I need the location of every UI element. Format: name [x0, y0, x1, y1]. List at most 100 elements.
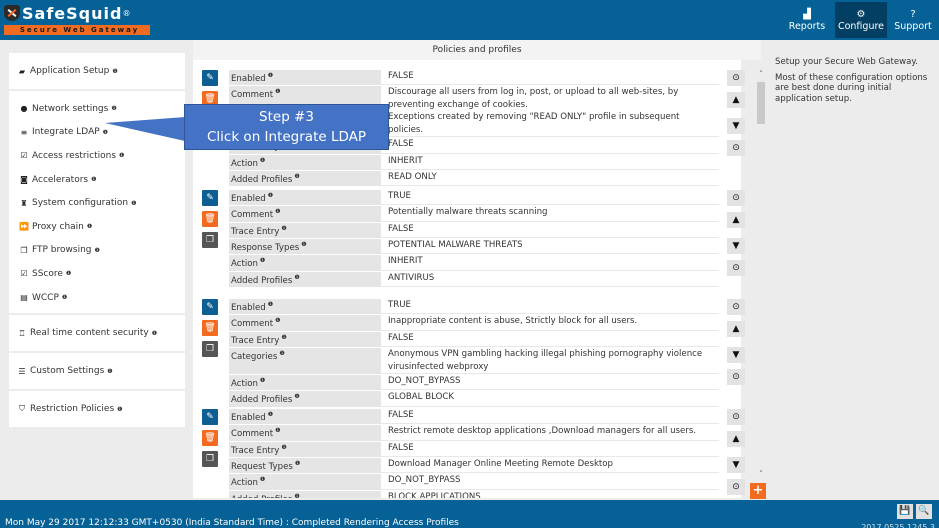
info-icon[interactable]: ❶ — [112, 68, 117, 75]
policy-field-row[interactable]: Trace Entry❶FALSE — [229, 331, 719, 349]
info-icon[interactable]: ❶ — [275, 317, 280, 324]
info-icon[interactable]: ❶ — [260, 257, 265, 264]
info-icon[interactable]: ❶ — [260, 157, 265, 164]
info-icon[interactable]: ❶ — [62, 294, 67, 301]
sidebar-item-application-setup[interactable]: ▰ Application Setup ❶ — [9, 53, 185, 89]
sidebar-item-system-configuration[interactable]: ♜ System configuration ❶ — [9, 191, 185, 215]
info-icon[interactable]: ❶ — [294, 274, 299, 281]
policy-field-row[interactable]: Response Types ❶ POTENTIAL MALWARE THREATS — [229, 239, 719, 256]
policy-field-row[interactable]: Enabled ❶ FALSE — [229, 409, 719, 426]
move-to-bottom-button[interactable]: ⊙ — [727, 260, 745, 276]
add-policy-button[interactable]: + — [750, 483, 766, 499]
copy-policy-button[interactable]: ❐ — [202, 451, 218, 467]
delete-policy-button[interactable]: 🗑 — [202, 430, 218, 446]
policy-field-row[interactable]: Added Profiles❶BLOCK APPLICATIONS — [229, 490, 719, 498]
move-down-button[interactable]: ▼ — [727, 457, 745, 473]
info-icon[interactable]: ❶ — [260, 476, 265, 483]
policy-field-row[interactable]: Action ❶ INHERIT — [229, 154, 719, 172]
info-icon[interactable]: ❶ — [301, 241, 306, 248]
delete-policy-button[interactable]: 🗑 — [202, 320, 218, 336]
policy-field-row[interactable]: Comment ❶ Restrict remote desktop applicat… — [229, 425, 719, 442]
info-icon[interactable]: ❶ — [275, 88, 280, 95]
info-icon[interactable]: ❶ — [95, 247, 100, 254]
move-to-top-button[interactable]: ⊙ — [727, 409, 745, 425]
delete-policy-button[interactable]: 🗑 — [202, 211, 218, 227]
policy-field-row[interactable]: Comment ❶ Inappropriate content is abuse, … — [229, 315, 719, 332]
info-icon[interactable]: ❶ — [281, 444, 286, 451]
copy-policy-button[interactable]: ❐ — [202, 232, 218, 248]
info-icon[interactable]: ❶ — [268, 411, 273, 418]
copy-policy-button[interactable]: ❐ — [202, 341, 218, 357]
sidebar-item-restriction-policies[interactable]: ⛉ Restriction Policies ❶ — [9, 391, 185, 427]
move-down-button[interactable]: ▼ — [727, 347, 745, 363]
move-to-bottom-button[interactable]: ⊙ — [727, 479, 745, 495]
policy-field-row[interactable]: Enabled ❶ TRUE — [229, 190, 719, 207]
move-to-top-button[interactable]: ⊙ — [727, 70, 745, 86]
scroll-up-icon[interactable]: ˄ — [756, 70, 766, 80]
info-icon[interactable]: ❶ — [131, 200, 136, 207]
move-up-button[interactable]: ▲ — [727, 92, 745, 108]
info-icon[interactable]: ❶ — [91, 176, 96, 183]
info-icon[interactable]: ❶ — [111, 105, 116, 112]
policy-field-row[interactable]: Request Types ❶ Download Manager Online Me… — [229, 458, 719, 475]
sidebar-item-ftp-browsing[interactable]: ❐ FTP browsing ❶ — [9, 239, 185, 263]
info-icon[interactable]: ❶ — [279, 350, 284, 357]
move-down-button[interactable]: ▼ — [727, 118, 745, 134]
scroll-thumb[interactable] — [757, 82, 765, 124]
edit-policy-button[interactable]: ✎ — [202, 70, 218, 86]
move-to-top-button[interactable]: ⊙ — [727, 299, 745, 315]
policy-field-row[interactable]: Added Profiles ❶ READ ONLY — [229, 171, 719, 188]
move-to-bottom-button[interactable]: ⊙ — [727, 369, 745, 385]
move-to-top-button[interactable]: ⊙ — [727, 190, 745, 206]
move-up-button[interactable]: ▲ — [727, 431, 745, 447]
sidebar-item-real-time-content-security[interactable]: ♖ Real time content security ❶ — [9, 315, 185, 351]
policy-field-row[interactable]: Trace Entry❶FALSE — [229, 222, 719, 240]
nav-configure[interactable]: ⚙ Configure — [835, 2, 887, 38]
policy-field-row[interactable]: Added Profiles ❶ GLOBAL BLOCK — [229, 391, 719, 408]
info-icon[interactable]: ❶ — [107, 368, 112, 375]
move-up-button[interactable]: ▲ — [727, 321, 745, 337]
edit-policy-button[interactable]: ✎ — [202, 190, 218, 206]
info-icon[interactable]: ❶ — [268, 192, 273, 199]
scroll-down-icon[interactable]: ˅ — [756, 470, 766, 480]
move-down-button[interactable]: ▼ — [727, 238, 745, 254]
info-icon[interactable]: ❶ — [281, 334, 286, 341]
policy-field-row[interactable]: Categories ❶ Anonymous VPN gambling hackin… — [229, 348, 719, 376]
edit-policy-button[interactable]: ✎ — [202, 409, 218, 425]
policy-field-row[interactable]: Trace Entry❶FALSE — [229, 441, 719, 459]
sidebar-item-wccp[interactable]: ▤ WCCP ❶ — [9, 286, 185, 310]
policy-field-row[interactable]: Action ❶ DO_NOT_BYPASS — [229, 474, 719, 491]
safesquid-logo[interactable]: SafeSquid ® Secure Web Gateway — [4, 3, 150, 37]
policy-field-row[interactable]: Action ❶ INHERIT — [229, 255, 719, 272]
policy-field-row[interactable]: Comment ❶ Potentially malware threats scan… — [229, 206, 719, 223]
info-icon[interactable]: ❶ — [152, 330, 157, 337]
edit-policy-button[interactable]: ✎ — [202, 299, 218, 315]
info-icon[interactable]: ❶ — [294, 493, 299, 498]
policy-field-row[interactable]: Enabled ❶ FALSE — [229, 70, 719, 87]
sidebar-item-custom-settings[interactable]: ☰ Custom Settings ❶ — [9, 353, 185, 389]
nav-support[interactable]: ? Support — [887, 2, 939, 38]
info-icon[interactable]: ❶ — [66, 270, 71, 277]
info-icon[interactable]: ❶ — [119, 152, 124, 159]
info-icon[interactable]: ❶ — [268, 301, 273, 308]
policy-field-row[interactable]: Enabled ❶ TRUE — [229, 299, 719, 316]
info-icon[interactable]: ❶ — [87, 223, 92, 230]
policy-field-row[interactable]: Added Profiles ❶ ANTIVIRUS — [229, 271, 719, 289]
sidebar-item-accelerators[interactable]: ◙ Accelerators ❶ — [9, 168, 185, 192]
sidebar-item-sscore[interactable]: ☑ SScore ❶ — [9, 262, 185, 286]
sidebar-item-access-restrictions[interactable]: ☑ Access restrictions ❶ — [9, 144, 185, 168]
info-icon[interactable]: ❶ — [117, 406, 122, 413]
info-icon[interactable]: ❶ — [295, 460, 300, 467]
info-icon[interactable]: ❶ — [294, 173, 299, 180]
info-icon[interactable]: ❶ — [275, 208, 280, 215]
search-button[interactable]: 🔍 — [916, 504, 932, 519]
info-icon[interactable]: ❶ — [281, 225, 286, 232]
info-icon[interactable]: ❶ — [260, 377, 265, 384]
move-up-button[interactable]: ▲ — [727, 212, 745, 228]
info-icon[interactable]: ❶ — [268, 72, 273, 79]
sidebar-item-proxy-chain[interactable]: ⏩ Proxy chain ❶ — [9, 215, 185, 239]
info-icon[interactable]: ❶ — [275, 427, 280, 434]
nav-reports[interactable]: ▟ Reports — [781, 2, 833, 38]
save-button[interactable]: 💾 — [897, 504, 913, 519]
policy-field-row[interactable]: Action ❶ DO_NOT_BYPASS — [229, 375, 719, 392]
